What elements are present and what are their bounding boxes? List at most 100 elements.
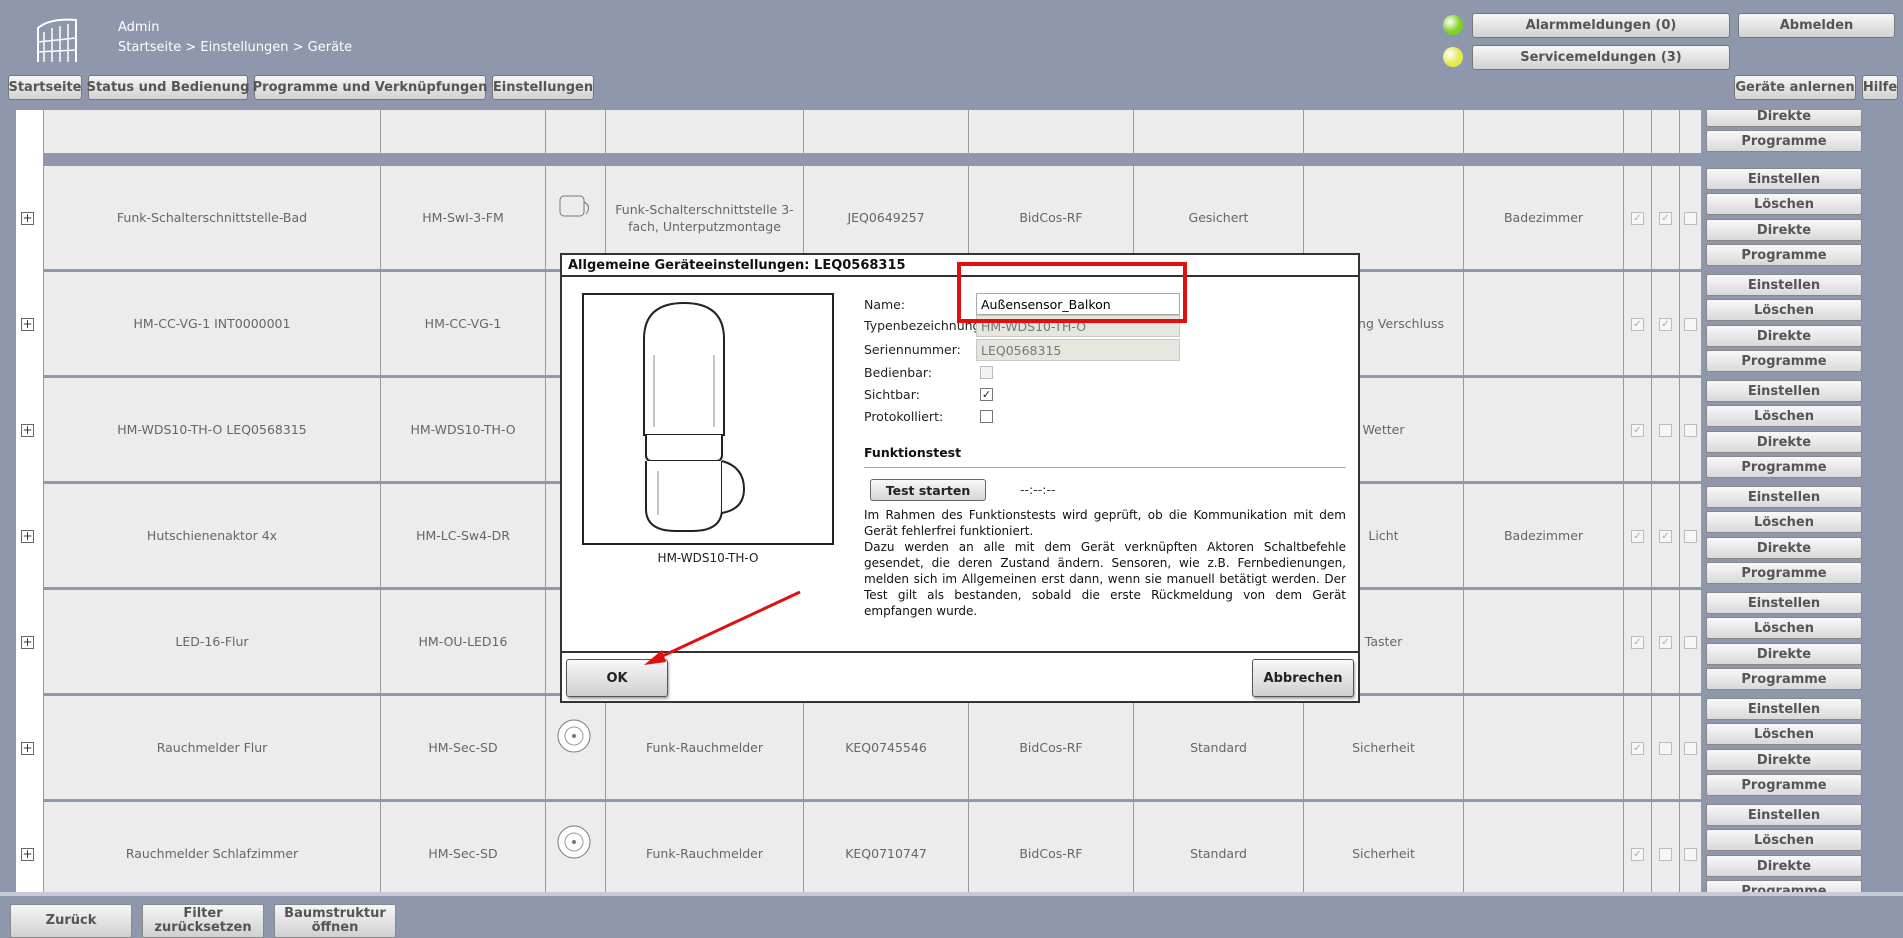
open-tree-button[interactable]: Baumstruktur öffnen (274, 904, 396, 938)
settings-button[interactable]: Einstellen (1706, 804, 1862, 826)
breadcrumb: Startseite > Einstellungen > Geräte (118, 40, 353, 55)
programs-button[interactable]: Programme (1706, 130, 1862, 152)
temperature-sensor-icon (643, 301, 746, 532)
visible-checkbox[interactable]: ✓ (980, 388, 993, 401)
help-button[interactable]: Hilfe (1862, 75, 1898, 100)
settings-button[interactable]: Einstellen (1706, 380, 1862, 402)
expand-row-icon[interactable]: + (21, 848, 34, 861)
programs-button[interactable]: Programme (1706, 456, 1862, 478)
back-button[interactable]: Zurück (10, 904, 132, 938)
operable-checkbox: ✓ (1631, 212, 1644, 225)
direct-links-button[interactable]: Direkte (1706, 643, 1862, 665)
device-type: HM-Sec-SD (381, 802, 546, 892)
delete-button[interactable]: Löschen (1706, 617, 1862, 639)
direct-links-button[interactable]: Direkte (1706, 325, 1862, 347)
function-test-title: Funktionstest (864, 445, 962, 460)
delete-button[interactable]: Löschen (1706, 193, 1862, 215)
device-serial-field (976, 339, 1180, 361)
expand-row-icon[interactable]: + (21, 318, 34, 331)
logged-checkbox (1684, 212, 1697, 225)
direct-links-button[interactable]: Direkte (1706, 110, 1862, 127)
device-type: HM-CC-VG-1 (381, 272, 546, 376)
table-row: + Rauchmelder Schlafzimmer HM-Sec-SD Fun… (16, 802, 1866, 892)
device-room (1464, 590, 1624, 694)
settings-button[interactable]: Einstellen (1706, 698, 1862, 720)
direct-links-button[interactable]: Direkte (1706, 219, 1862, 241)
device-function: Sicherheit (1304, 802, 1464, 892)
learn-devices-button[interactable]: Geräte anlernen (1734, 75, 1856, 100)
operable-label: Bedienbar: (864, 365, 933, 380)
direct-links-button[interactable]: Direkte (1706, 537, 1862, 559)
logged-checkbox (1684, 742, 1697, 755)
logged-checkbox (1684, 318, 1697, 331)
reset-filter-button[interactable]: Filter zurücksetzen (142, 904, 264, 938)
direct-links-button[interactable]: Direkte (1706, 749, 1862, 771)
device-room: Badezimmer (1464, 166, 1624, 270)
service-messages-button[interactable]: Servicemeldungen (3) (1472, 45, 1730, 70)
expand-row-icon[interactable]: + (21, 530, 34, 543)
device-image (582, 293, 834, 545)
user-name: Admin (118, 20, 160, 35)
delete-button[interactable]: Löschen (1706, 829, 1862, 851)
visible-checkbox (1659, 424, 1672, 437)
programs-button[interactable]: Programme (1706, 774, 1862, 796)
settings-button[interactable]: Einstellen (1706, 168, 1862, 190)
delete-button[interactable]: Löschen (1706, 723, 1862, 745)
device-name: Hutschienenaktor 4x (44, 484, 381, 588)
delete-button[interactable]: Löschen (1706, 405, 1862, 427)
device-room (1464, 696, 1624, 800)
device-type: HM-OU-LED16 (381, 590, 546, 694)
device-thumbnail (546, 696, 606, 800)
device-mode: Standard (1134, 696, 1304, 800)
settings-button[interactable]: Einstellen (1706, 274, 1862, 296)
expand-row-icon[interactable]: + (21, 424, 34, 437)
device-serial: KEQ0710747 (804, 802, 969, 892)
device-description: Funk-Rauchmelder (606, 802, 804, 892)
programs-button[interactable]: Programme (1706, 880, 1862, 892)
programs-button[interactable]: Programme (1706, 350, 1862, 372)
device-name: Rauchmelder Flur (44, 696, 381, 800)
header: Admin Startseite > Einstellungen > Gerät… (0, 0, 1903, 110)
direct-links-button[interactable]: Direkte (1706, 431, 1862, 453)
operable-checkbox: ✓ (1631, 424, 1644, 437)
table-row: Direkte Programme (16, 110, 1866, 156)
cancel-button[interactable]: Abbrechen (1252, 659, 1354, 697)
operable-checkbox: ✓ (1631, 636, 1644, 649)
programs-button[interactable]: Programme (1706, 244, 1862, 266)
device-mode: Standard (1134, 802, 1304, 892)
device-function: Sicherheit (1304, 696, 1464, 800)
start-test-button[interactable]: Test starten (870, 479, 986, 501)
nav-einstellungen-button[interactable]: Einstellungen (492, 75, 594, 100)
device-image-caption: HM-WDS10-TH-O (657, 551, 759, 565)
device-description: Funk-Rauchmelder (606, 696, 804, 800)
settings-button[interactable]: Einstellen (1706, 486, 1862, 508)
device-name: HM-CC-VG-1 INT0000001 (44, 272, 381, 376)
nav-startseite-button[interactable]: Startseite (8, 75, 82, 100)
device-name: Funk-Schalterschnittstelle-Bad (44, 166, 381, 270)
nav-status-button[interactable]: Status und Bedienung (87, 75, 249, 100)
expand-row-icon[interactable]: + (21, 636, 34, 649)
direct-links-button[interactable]: Direkte (1706, 855, 1862, 877)
nav-programme-button[interactable]: Programme und Verknüpfungen (253, 75, 487, 100)
device-room: Badezimmer (1464, 484, 1624, 588)
device-type: HM-Sec-SD (381, 696, 546, 800)
device-name: LED-16-Flur (44, 590, 381, 694)
programs-button[interactable]: Programme (1706, 562, 1862, 584)
visible-checkbox (1659, 848, 1672, 861)
expand-row-icon[interactable]: + (21, 212, 34, 225)
programs-button[interactable]: Programme (1706, 668, 1862, 690)
alarm-messages-button[interactable]: Alarmmeldungen (0) (1472, 13, 1730, 38)
delete-button[interactable]: Löschen (1706, 299, 1862, 321)
settings-button[interactable]: Einstellen (1706, 592, 1862, 614)
device-type: HM-LC-Sw4-DR (381, 484, 546, 588)
logged-checkbox (1684, 636, 1697, 649)
expand-row-icon[interactable]: + (21, 742, 34, 755)
logout-button[interactable]: Abmelden (1738, 13, 1895, 38)
operable-checkbox: ✓ (1631, 318, 1644, 331)
smoke-detector-icon (557, 719, 591, 753)
delete-button[interactable]: Löschen (1706, 511, 1862, 533)
table-row: + Rauchmelder Flur HM-Sec-SD Funk-Rauchm… (16, 696, 1866, 802)
device-room (1464, 378, 1624, 482)
device-room (1464, 802, 1624, 892)
logged-checkbox[interactable] (980, 410, 993, 423)
